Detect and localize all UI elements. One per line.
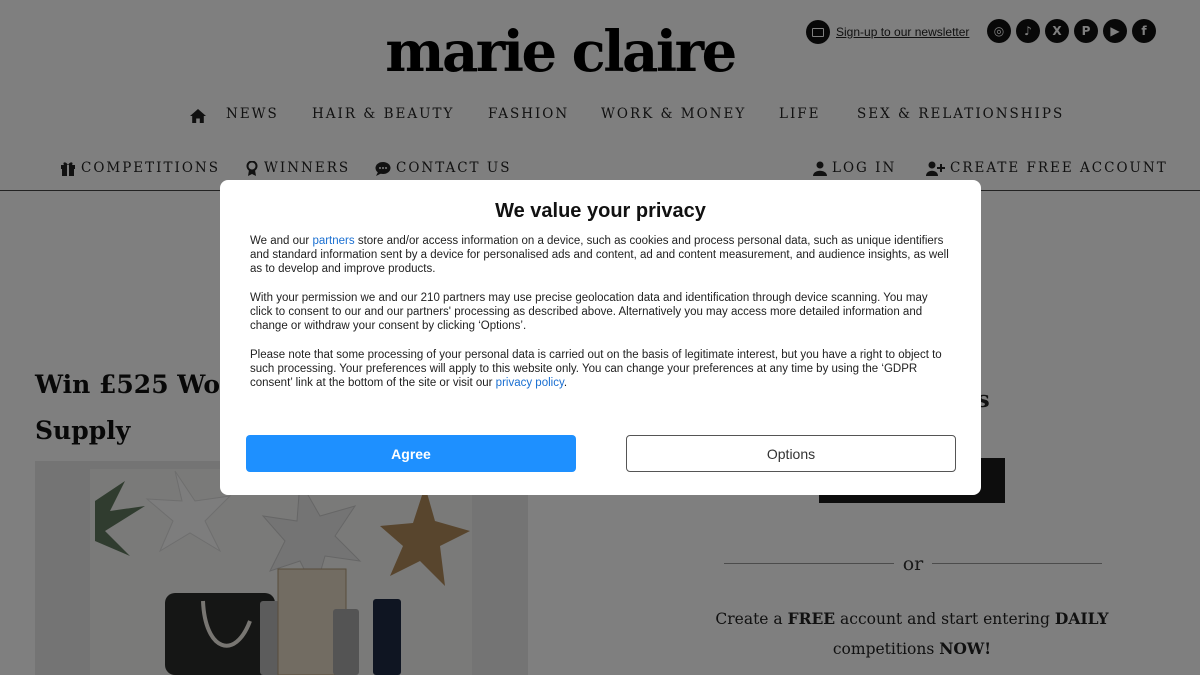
consent-body: We and our partners store and/or access … (250, 234, 952, 404)
agree-button[interactable]: Agree (246, 435, 576, 472)
consent-paragraph-1: We and our partners store and/or access … (250, 234, 952, 277)
privacy-policy-link[interactable]: privacy policy (496, 377, 564, 389)
privacy-consent-dialog: We value your privacy We and our partner… (220, 180, 981, 495)
p3-text-start: Please note that some processing of your… (250, 348, 942, 389)
p1-text-start: We and our (250, 235, 313, 247)
consent-paragraph-3: Please note that some processing of your… (250, 348, 952, 391)
partners-link[interactable]: partners (312, 235, 354, 247)
options-button[interactable]: Options (626, 435, 956, 472)
p3-text-end: . (563, 377, 568, 389)
consent-paragraph-2: With your permission we and our 210 part… (250, 291, 928, 333)
consent-title: We value your privacy (495, 200, 706, 222)
p1-text-end: store and/or access information on a dev… (250, 235, 949, 276)
